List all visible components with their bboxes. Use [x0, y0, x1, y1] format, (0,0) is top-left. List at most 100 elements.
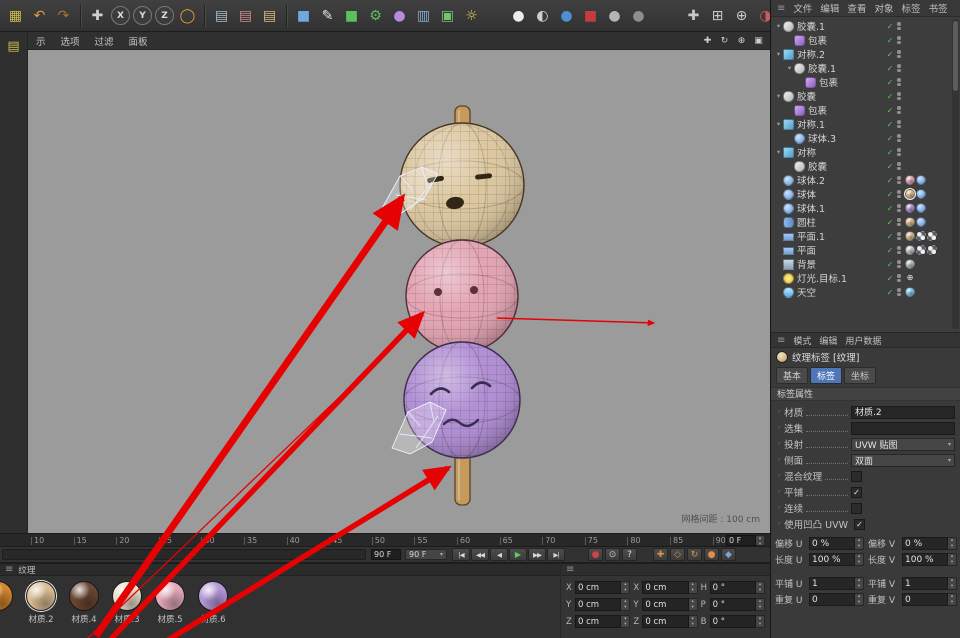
key-parameter-button[interactable]: ● [704, 548, 719, 561]
enabled-check-icon[interactable] [885, 162, 895, 171]
uv-stepper[interactable] [855, 553, 864, 566]
add-light-button[interactable]: ☼ [460, 4, 483, 28]
om-menu-0[interactable]: 文件 [793, 1, 812, 15]
visibility-dots[interactable] [895, 176, 903, 184]
uv-stepper[interactable] [948, 593, 957, 606]
undo-icon[interactable]: ↶ [28, 4, 51, 28]
object-row[interactable]: 平面.1 [771, 229, 960, 243]
rotation-h-field[interactable]: 0 ° [710, 581, 756, 594]
scale-z-field[interactable]: 0 cm [642, 615, 688, 628]
viewport-menu-item-0[interactable]: 示 [36, 34, 46, 48]
display-level-button[interactable]: ● [555, 4, 578, 28]
add-camera-button[interactable]: ▣ [436, 4, 459, 28]
key-position-button[interactable]: ✚ [653, 548, 668, 561]
add-spline-button[interactable]: ✎ [316, 4, 339, 28]
key-scale-button[interactable]: ◇ [670, 548, 685, 561]
expand-icon[interactable] [774, 148, 783, 156]
position-x-field[interactable]: 0 cm [575, 581, 621, 594]
lock-z-button[interactable]: Z [155, 6, 174, 25]
enabled-check-icon[interactable] [885, 204, 895, 213]
render-settings-button[interactable]: ▤ [258, 4, 281, 28]
visibility-dots[interactable] [895, 64, 903, 72]
材质-field[interactable]: 材质.2 [851, 406, 955, 419]
viewport[interactable]: 网格间距 : 100 cm [28, 50, 770, 533]
enabled-check-icon[interactable] [885, 106, 895, 115]
help-button[interactable]: ? [622, 548, 637, 561]
material-tag[interactable] [905, 175, 915, 185]
object-row[interactable]: 平面 [771, 243, 960, 257]
anim-dot-icon[interactable] [777, 456, 781, 464]
scale-x-field[interactable]: 0 cm [642, 581, 688, 594]
om-menu-4[interactable]: 标签 [901, 1, 920, 15]
orbit-view-icon[interactable]: ↻ [717, 34, 732, 48]
om-menu-2[interactable]: 查看 [847, 1, 866, 15]
value-stepper[interactable] [756, 581, 765, 594]
enabled-check-icon[interactable] [885, 274, 895, 283]
object-row[interactable]: 包裹 [771, 103, 960, 117]
timeline-end-field[interactable]: 0 F [726, 535, 756, 546]
visibility-dots[interactable] [895, 274, 903, 282]
key-rotation-button[interactable]: ↻ [687, 548, 702, 561]
add-metaball-button[interactable]: ● [388, 4, 411, 28]
uv-value-field[interactable]: 0 [809, 593, 855, 606]
phong-tag[interactable] [916, 217, 926, 227]
snap-icon[interactable]: ✚ [682, 4, 705, 28]
object-row[interactable]: 球体.3 [771, 131, 960, 145]
subtab-基本[interactable]: 基本 [776, 367, 808, 384]
panel-menu-icon[interactable]: ≡ [777, 3, 785, 14]
value-stepper[interactable] [689, 598, 698, 611]
object-row[interactable]: 对称.1 [771, 117, 960, 131]
enabled-check-icon[interactable] [885, 260, 895, 269]
enabled-check-icon[interactable] [885, 232, 895, 241]
uv-value-field[interactable]: 0 % [902, 537, 948, 550]
enabled-check-icon[interactable] [885, 50, 895, 59]
enabled-check-icon[interactable] [885, 64, 895, 73]
value-stepper[interactable] [756, 598, 765, 611]
lock-x-button[interactable]: X [111, 6, 130, 25]
object-row[interactable]: 灯光.目标.1 [771, 271, 960, 285]
uv-value-field[interactable]: 0 % [809, 537, 855, 550]
visibility-dots[interactable] [895, 260, 903, 268]
compositing-tag[interactable] [927, 231, 937, 241]
am-tab-2[interactable]: 用户数据 [845, 334, 881, 347]
uv-value-field[interactable]: 1 [809, 577, 855, 590]
render-picture-button[interactable]: ▤ [234, 4, 257, 28]
object-row[interactable]: 胶囊.1 [771, 61, 960, 75]
render-view-button[interactable]: ▤ [210, 4, 233, 28]
expand-icon[interactable] [774, 120, 783, 128]
material-item[interactable]: 材质.2 [23, 581, 59, 625]
anim-dot-icon[interactable] [777, 520, 781, 528]
workplane-icon[interactable]: ⊞ [706, 4, 729, 28]
visibility-dots[interactable] [895, 92, 903, 100]
viewport-menu-item-2[interactable]: 过滤 [95, 34, 114, 48]
goto-start-button[interactable]: |◀ [452, 548, 470, 561]
display-gouraud-button[interactable]: ● [507, 4, 530, 28]
timeline-scrollbar[interactable] [2, 549, 366, 560]
expand-icon[interactable] [774, 22, 783, 30]
visibility-dots[interactable] [895, 50, 903, 58]
material-sphere-preview[interactable] [198, 581, 228, 611]
uv-stepper[interactable] [948, 577, 957, 590]
visibility-dots[interactable] [895, 246, 903, 254]
shading-a-button[interactable]: ● [603, 4, 626, 28]
expand-icon[interactable] [774, 50, 783, 58]
平铺-checkbox[interactable] [851, 487, 862, 498]
object-row[interactable]: 圆柱 [771, 215, 960, 229]
compositing-tag[interactable] [927, 245, 937, 255]
投射-dropdown[interactable]: UVW 贴图 [851, 438, 955, 451]
使用凹凸 UVW-checkbox[interactable] [854, 519, 865, 530]
position-y-field[interactable]: 0 cm [575, 598, 621, 611]
move-tool-icon[interactable]: ✚ [86, 4, 109, 28]
material-item[interactable] [0, 581, 16, 625]
add-boole-button[interactable]: ⚙ [364, 4, 387, 28]
uv-value-field[interactable]: 1 [902, 577, 948, 590]
value-stepper[interactable] [756, 615, 765, 628]
enabled-check-icon[interactable] [885, 78, 895, 87]
value-stepper[interactable] [689, 581, 698, 594]
object-row[interactable]: 胶囊 [771, 89, 960, 103]
enabled-check-icon[interactable] [885, 120, 895, 129]
混合纹理-checkbox[interactable] [851, 471, 862, 482]
visibility-dots[interactable] [895, 36, 903, 44]
visibility-dots[interactable] [895, 106, 903, 114]
zoom-view-icon[interactable]: ⊕ [734, 34, 749, 48]
